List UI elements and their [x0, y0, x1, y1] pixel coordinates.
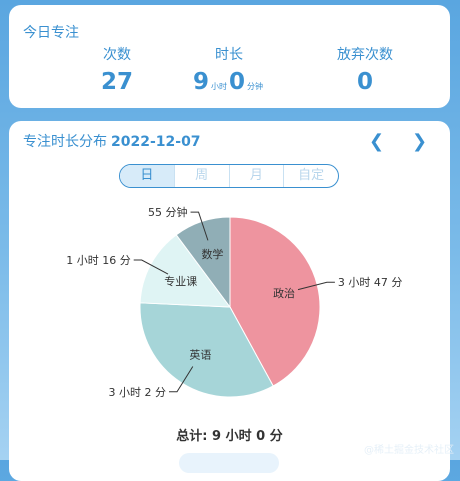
- duration-hours: 9: [192, 69, 209, 95]
- duration-hours-unit: 小时: [211, 82, 227, 91]
- pie-value-label-3: 55 分钟: [148, 205, 188, 219]
- pie-label-2: 专业课: [164, 274, 197, 288]
- pie-label-3: 数学: [201, 247, 223, 261]
- pie-label-0: 政治: [273, 286, 295, 300]
- focus-pie-chart: 政治 3 小时 47 分英语 3 小时 2 分 专业课 1 小时 16 分 数学 55 分钟: [66, 205, 403, 399]
- footer-button[interactable]: [179, 453, 279, 473]
- today-focus-card: 今日专注 次数 27 时长 9 小时0 分钟 放弃次数 0: [9, 5, 450, 108]
- duration-value: 9 小时0 分钟: [154, 69, 304, 95]
- duration-minutes-unit: 分钟: [247, 82, 264, 91]
- duration-minutes: 0: [229, 69, 246, 95]
- duration-label: 时长: [215, 47, 243, 63]
- pie-value-label-1: 3 小时 2 分: [109, 386, 167, 399]
- watermark: @稀土掘金技术社区: [364, 445, 454, 456]
- distribution-card: 专注时长分布 2022-12-07 ❮ ❯ 日 周 月 自定 政治 3 小时 47 …: [9, 121, 450, 481]
- pie-label-1: 英语: [189, 347, 211, 361]
- pie-value-label-0: 3 小时 47 分: [338, 276, 403, 289]
- abandon-value: 0: [356, 69, 373, 95]
- abandon-label: 放弃次数: [337, 47, 393, 63]
- today-title: 今日专注: [23, 25, 79, 41]
- pie-value-label-2: 1 小时 16 分: [66, 254, 131, 267]
